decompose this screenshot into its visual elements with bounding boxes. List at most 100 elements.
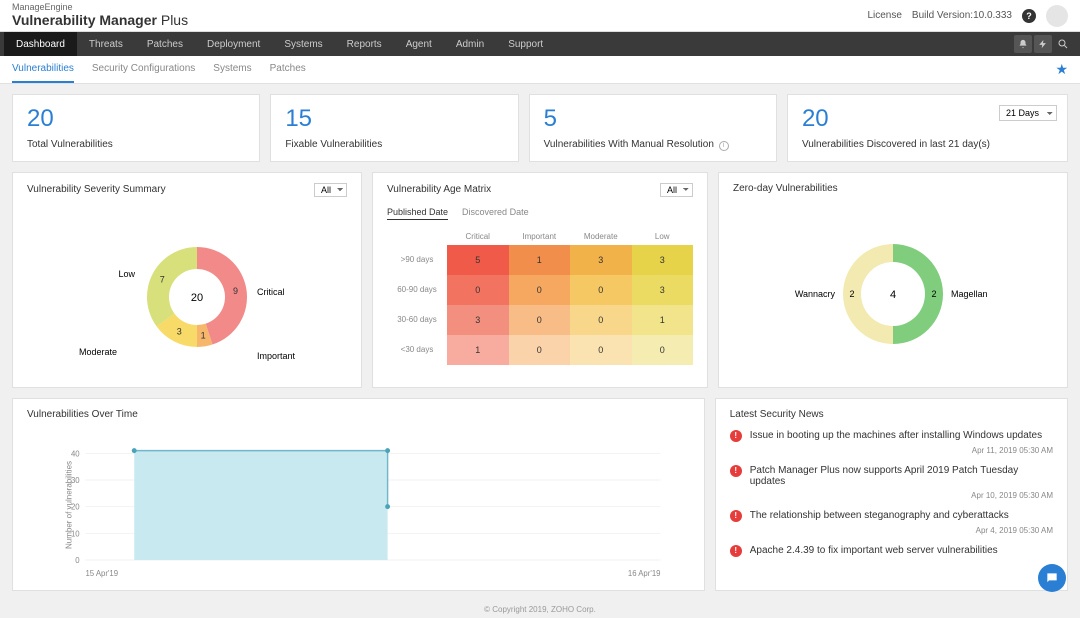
matrix-cell[interactable]: 1: [632, 305, 694, 335]
nav-deployment[interactable]: Deployment: [195, 32, 272, 56]
news-date: Apr 10, 2019 05:30 AM: [730, 491, 1053, 500]
header-right: License Build Version:10.0.333 ?: [867, 5, 1068, 27]
subnav-security-configurations[interactable]: Security Configurations: [92, 56, 195, 83]
favorite-icon[interactable]: ★: [1055, 61, 1068, 78]
age-filter-select[interactable]: All: [660, 183, 693, 197]
nav-agent[interactable]: Agent: [394, 32, 444, 56]
matrix-cell[interactable]: 3: [632, 245, 694, 275]
severity-donut-chart[interactable]: 913720CriticalImportantModerateLow: [27, 207, 347, 377]
matrix-cell[interactable]: 3: [632, 275, 694, 305]
stat-label: Vulnerabilities With Manual Resolution i: [544, 139, 762, 151]
panel-severity-summary: Vulnerability Severity Summary All 91372…: [12, 172, 362, 388]
svg-text:Low: Low: [118, 269, 135, 279]
matrix-cell[interactable]: 5: [447, 245, 509, 275]
stat-value: 5: [544, 105, 762, 133]
bolt-icon[interactable]: [1034, 35, 1052, 53]
subnav-patches[interactable]: Patches: [270, 56, 306, 83]
stat-label: Total Vulnerabilities: [27, 139, 245, 150]
build-version: Build Version:10.0.333: [912, 10, 1012, 21]
matrix-cell[interactable]: 3: [447, 305, 509, 335]
svg-text:20: 20: [191, 292, 203, 304]
news-text: The relationship between steganography a…: [750, 510, 1053, 521]
matrix-cell[interactable]: 0: [632, 335, 694, 365]
svg-text:3: 3: [177, 326, 182, 336]
nav-reports[interactable]: Reports: [335, 32, 394, 56]
matrix-cell[interactable]: 0: [570, 335, 632, 365]
nav-threats[interactable]: Threats: [77, 32, 135, 56]
matrix-tab-0[interactable]: Published Date: [387, 207, 448, 220]
news-text: Issue in booting up the machines after i…: [750, 430, 1053, 441]
svg-text:Magellan: Magellan: [951, 289, 988, 299]
notifications-icon[interactable]: [1014, 35, 1032, 53]
alert-icon: !: [730, 545, 742, 557]
matrix-cell[interactable]: 0: [509, 305, 571, 335]
stat-label: Fixable Vulnerabilities: [285, 139, 503, 150]
matrix-cell[interactable]: 0: [509, 335, 571, 365]
stat-fixable-vulnerabilities[interactable]: 15 Fixable Vulnerabilities: [270, 94, 518, 162]
sub-nav: Vulnerabilities Security Configurations Sy…: [0, 56, 1080, 84]
matrix-cell[interactable]: 0: [570, 275, 632, 305]
news-item[interactable]: !The relationship between steganography …: [730, 510, 1053, 522]
news-item[interactable]: !Issue in booting up the machines after …: [730, 430, 1053, 442]
panel-title: Latest Security News: [730, 409, 824, 420]
user-avatar[interactable]: [1046, 5, 1068, 27]
matrix-tab-1[interactable]: Discovered Date: [462, 207, 529, 220]
brand-subtitle: ManageEngine: [12, 3, 188, 12]
panel-title: Vulnerabilities Over Time: [27, 409, 138, 420]
panel-title: Vulnerability Age Matrix: [387, 184, 491, 195]
matrix-cell[interactable]: 3: [570, 245, 632, 275]
y-axis-label: Number of vulnerabilities: [65, 460, 74, 548]
info-icon[interactable]: i: [719, 141, 729, 151]
stat-value: 15: [285, 105, 503, 133]
svg-text:Moderate: Moderate: [79, 347, 117, 357]
footer-copyright: © Copyright 2019, ZOHO Corp.: [0, 601, 1080, 618]
svg-text:15 Apr'19: 15 Apr'19: [85, 568, 118, 577]
stat-row: 20 Total Vulnerabilities 15 Fixable Vuln…: [12, 94, 1068, 162]
subnav-vulnerabilities[interactable]: Vulnerabilities: [12, 56, 74, 83]
panel-title: Zero-day Vulnerabilities: [733, 183, 838, 194]
stat-manual-resolution[interactable]: 5 Vulnerabilities With Manual Resolution…: [529, 94, 777, 162]
stat-total-vulnerabilities[interactable]: 20 Total Vulnerabilities: [12, 94, 260, 162]
chat-fab-button[interactable]: [1038, 564, 1066, 592]
svg-text:2: 2: [849, 289, 854, 299]
severity-filter-select[interactable]: All: [314, 183, 347, 197]
svg-text:2: 2: [931, 289, 936, 299]
timerange-select[interactable]: 21 Days: [999, 105, 1057, 121]
license-link[interactable]: License: [867, 10, 901, 21]
nav-dashboard[interactable]: Dashboard: [4, 32, 77, 56]
over-time-chart[interactable]: Number of vulnerabilities 40302010015 Ap…: [27, 430, 690, 580]
search-icon[interactable]: [1054, 35, 1072, 53]
stat-discovered-recent[interactable]: 20 Vulnerabilities Discovered in last 21…: [787, 94, 1068, 162]
matrix-cell[interactable]: 0: [570, 305, 632, 335]
news-text: Apache 2.4.39 to fix important web serve…: [750, 545, 1053, 556]
panel-security-news: Latest Security News !Issue in booting u…: [715, 398, 1068, 591]
nav-admin[interactable]: Admin: [444, 32, 496, 56]
matrix-cell[interactable]: 1: [509, 245, 571, 275]
news-date: Apr 4, 2019 05:30 AM: [730, 526, 1053, 535]
brand-title: Vulnerability Manager Plus: [12, 12, 188, 29]
svg-text:9: 9: [233, 285, 238, 295]
panel-row-2: Vulnerabilities Over Time Number of vuln…: [12, 398, 1068, 591]
news-item[interactable]: ! Apache 2.4.39 to fix important web serv…: [730, 545, 1053, 557]
panel-row-1: Vulnerability Severity Summary All 91372…: [12, 172, 1068, 388]
main-nav: DashboardThreatsPatchesDeploymentSystems…: [0, 32, 1080, 56]
nav-systems[interactable]: Systems: [272, 32, 334, 56]
svg-text:0: 0: [75, 555, 80, 564]
matrix-cell[interactable]: 0: [509, 275, 571, 305]
age-matrix-heatmap[interactable]: CriticalImportantModerateLow>90 days5133…: [387, 228, 693, 365]
svg-text:40: 40: [71, 449, 80, 458]
svg-text:16 Apr'19: 16 Apr'19: [628, 568, 661, 577]
svg-text:4: 4: [890, 289, 896, 301]
zeroday-donut-chart[interactable]: 4 2 2 Wannacry Magellan: [733, 204, 1053, 374]
stat-value: 20: [27, 105, 245, 133]
matrix-cell[interactable]: 1: [447, 335, 509, 365]
subnav-systems[interactable]: Systems: [213, 56, 251, 83]
nav-patches[interactable]: Patches: [135, 32, 195, 56]
matrix-cell[interactable]: 0: [447, 275, 509, 305]
nav-support[interactable]: Support: [496, 32, 555, 56]
svg-text:Wannacry: Wannacry: [795, 289, 836, 299]
news-item[interactable]: !Patch Manager Plus now supports April 2…: [730, 465, 1053, 487]
alert-icon: !: [730, 465, 742, 477]
brand: ManageEngine Vulnerability Manager Plus: [12, 3, 188, 29]
help-icon[interactable]: ?: [1022, 9, 1036, 23]
